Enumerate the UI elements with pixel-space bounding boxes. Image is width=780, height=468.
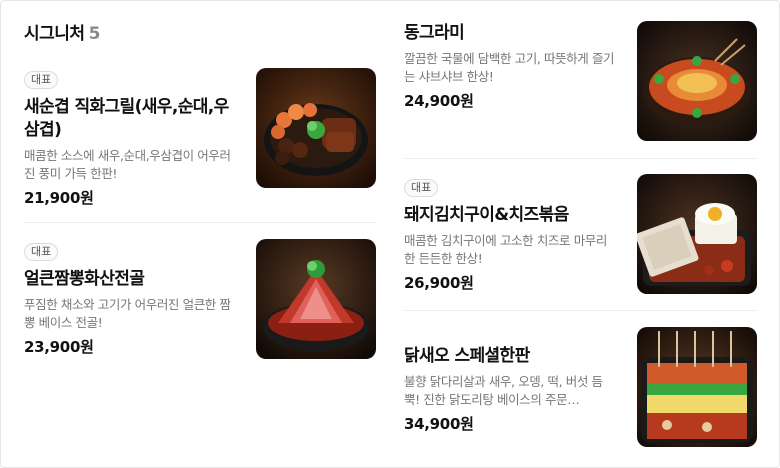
menu-item-photo[interactable] (637, 174, 757, 294)
section-header: 시그니처 5 (24, 19, 100, 44)
menu-item-photo[interactable] (256, 68, 376, 188)
menu-item-photo[interactable] (256, 239, 376, 359)
menu-item-description: 불향 닭다리살과 새우, 오뎅, 떡, 버섯 듬뿍! 진한 닭도리탕 베이스의 … (404, 374, 603, 407)
menu-item-price: 21,900원 (24, 189, 94, 207)
menu-item[interactable]: 동그라미 깔끔한 국물에 담백한 고기, 따뜻하게 즐기는 샤브샤브 한상! 2… (404, 22, 618, 111)
signature-badge: 대표 (24, 71, 59, 89)
signature-badge: 대표 (404, 179, 439, 197)
menu-item-name: 돼지김치구이&치즈볶음 (404, 205, 569, 225)
menu-item-name: 새순겹 직화그릴(새우,순대,우삼겹) (24, 97, 229, 140)
menu-item-description: 깔끔한 국물에 담백한 고기, 따뜻하게 즐기는 샤브샤브 한상! (404, 51, 615, 84)
menu-item[interactable]: 대표 돼지김치구이&치즈볶음 매콤한 김치구이에 고소한 치즈로 마무리한 든든… (404, 176, 618, 293)
menu-item-price: 24,900원 (404, 92, 474, 110)
menu-item-price: 23,900원 (24, 338, 94, 356)
menu-item[interactable]: 대표 새순겹 직화그릴(새우,순대,우삼겹) 매콤한 소스에 새우,순대,우삼겹… (24, 68, 238, 208)
signature-badge: 대표 (24, 243, 59, 261)
menu-item-name: 닭새오 스페셜한판 (404, 346, 530, 366)
section-count: 5 (88, 24, 101, 44)
menu-item-name: 얼큰짬뽕화산전골 (24, 269, 145, 289)
menu-item-price: 26,900원 (404, 274, 474, 292)
divider (404, 310, 757, 311)
menu-item-photo[interactable] (637, 21, 757, 141)
menu-item-name: 동그라미 (404, 23, 465, 43)
section-title: 시그니처 (24, 24, 85, 44)
menu-item[interactable]: 대표 얼큰짬뽕화산전골 푸짐한 채소와 고기가 어우러진 얼큰한 짬뽕 베이스 … (24, 240, 238, 357)
divider (404, 158, 757, 159)
menu-item-description: 매콤한 소스에 새우,순대,우삼겹이 어우러진 풍미 가득 한판! (24, 148, 231, 181)
menu-item-price: 34,900원 (404, 415, 474, 433)
divider (24, 222, 376, 223)
menu-item[interactable]: 닭새오 스페셜한판 불향 닭다리살과 새우, 오뎅, 떡, 버섯 듬뿍! 진한 … (404, 345, 618, 434)
menu-item-description: 푸짐한 채소와 고기가 어우러진 얼큰한 짬뽕 베이스 전골! (24, 297, 231, 330)
menu-item-photo[interactable] (637, 327, 757, 447)
menu-item-description: 매콤한 김치구이에 고소한 치즈로 마무리한 든든한 한상! (404, 233, 607, 266)
